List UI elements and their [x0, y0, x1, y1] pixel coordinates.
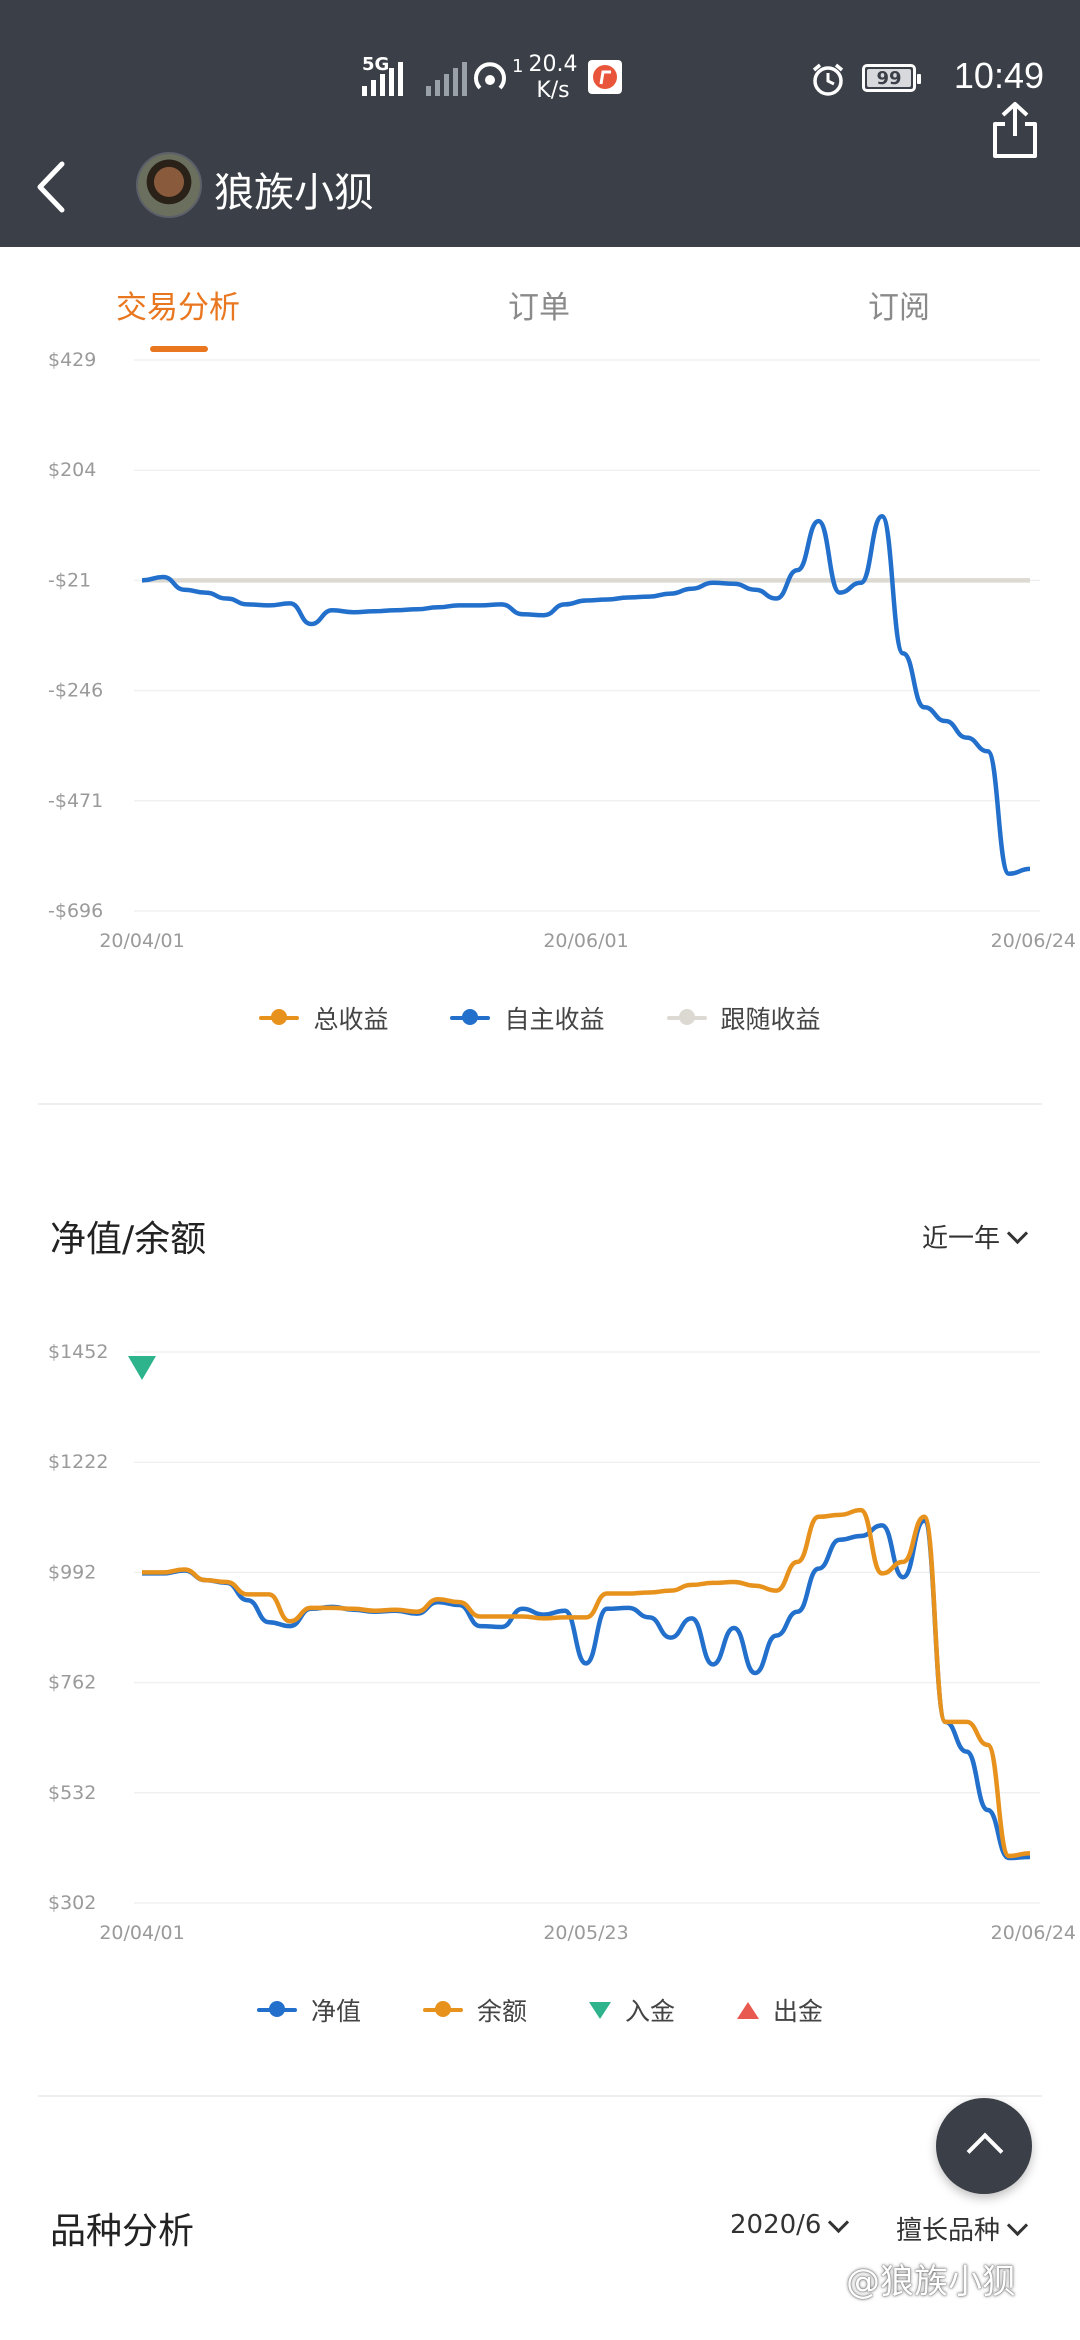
legend-label: 净值: [310, 1997, 361, 2026]
series-line-0: [142, 1518, 1031, 1861]
time-range-dropdown[interactable]: 近一年: [922, 1218, 1029, 1255]
legend-label: 跟随收益: [720, 1005, 821, 1034]
legend-item[interactable]: 入金: [589, 1992, 675, 2028]
deposit-marker[interactable]: [128, 1356, 156, 1380]
alarm-icon: [812, 63, 844, 96]
y-tick-label: $429: [48, 349, 96, 371]
symbol-analysis-title: 品种分析: [50, 2211, 195, 2252]
legend-item[interactable]: 余额: [422, 1992, 527, 2028]
triangle-down-icon: [589, 2001, 611, 2019]
y-tick-label: -$246: [48, 680, 103, 702]
avatar[interactable]: [136, 152, 202, 218]
net-balance-legend: 净值 余额 入金 出金: [0, 1992, 1080, 2028]
profit-chart[interactable]: $429 $204 -$21 -$246 -$471 -$696 20/04/01 20/06…: [0, 340, 1080, 970]
legend-label: 余额: [476, 1997, 527, 2026]
hotspot-icon: [474, 62, 506, 90]
app-header: 5G 1 20.4 K/s 99 10:49 狼族小狈: [0, 0, 1080, 247]
clock: 10:49: [953, 55, 1044, 96]
tab-trade-analysis[interactable]: 交易分析: [116, 282, 240, 327]
legend-swatch: [450, 1009, 491, 1025]
legend-label: 出金: [773, 1997, 824, 2026]
x-tick-label: 20/05/23: [543, 1922, 628, 1944]
chevron-down-icon: [1006, 1222, 1029, 1245]
network-speed: 20.4 K/s: [528, 52, 578, 104]
tab-subscriptions[interactable]: 订阅: [868, 282, 930, 327]
time-range-value: 近一年: [922, 1224, 1001, 1254]
y-tick-label: -$471: [48, 790, 103, 812]
series-line-1: [141, 513, 1031, 877]
legend-swatch: [259, 1009, 300, 1025]
y-tick-label: $1222: [48, 1451, 108, 1473]
signal-strength-icon: [362, 60, 403, 96]
month-dropdown[interactable]: 2020/6: [730, 2210, 850, 2240]
app-notification-icon: [588, 60, 622, 94]
tab-orders[interactable]: 订单: [508, 282, 570, 327]
legend-label: 总收益: [313, 1005, 389, 1034]
legend-label: 自主收益: [504, 1005, 605, 1034]
chevron-down-icon: [1006, 2214, 1029, 2237]
y-tick-label: $302: [48, 1892, 96, 1914]
y-tick-label: $532: [48, 1782, 96, 1804]
month-value: 2020/6: [730, 2210, 822, 2240]
x-tick-label: 20/06/24: [991, 930, 1076, 952]
legend-swatch: [666, 1009, 707, 1025]
net-balance-chart[interactable]: $1452 $1222 $992 $762 $532 $302 20/04/01 20/05/…: [0, 1330, 1080, 1960]
legend-label: 入金: [625, 1997, 676, 2026]
symbol-filter-dropdown[interactable]: 擅长品种: [896, 2210, 1029, 2247]
net-balance-title: 净值/余额: [50, 1219, 207, 1260]
section-divider: [38, 2095, 1042, 2097]
scroll-to-top-button[interactable]: [936, 2098, 1032, 2194]
signal-strength-2-icon: [426, 60, 467, 96]
legend-item[interactable]: 净值: [256, 1992, 361, 2028]
y-tick-label: -$21: [48, 569, 91, 591]
y-tick-label: $204: [48, 459, 96, 481]
symbol-filter-value: 擅长品种: [896, 2216, 1001, 2246]
battery-icon: 99: [862, 64, 921, 92]
status-bar: 5G 1 20.4 K/s 99 10:49: [0, 0, 1080, 140]
y-tick-label: $992: [48, 1561, 96, 1583]
network-speed-unit: K/s: [536, 78, 570, 103]
legend-swatch: [256, 2001, 297, 2017]
y-tick-label: $1452: [48, 1341, 108, 1363]
legend-item[interactable]: 出金: [737, 1992, 823, 2028]
username: 狼族小狈: [214, 170, 374, 216]
hotspot-badge: 1: [512, 56, 524, 77]
legend-swatch: [422, 2001, 463, 2017]
profit-chart-legend: 总收益 自主收益 跟随收益: [0, 1000, 1080, 1036]
legend-item[interactable]: 跟随收益: [666, 1000, 821, 1036]
profit-chart-svg: $429 $204 -$21 -$246 -$471 -$696 20/04/01 20/06…: [48, 349, 1076, 952]
battery-level: 99: [876, 67, 902, 89]
legend-item[interactable]: 自主收益: [450, 1000, 605, 1036]
triangle-up-icon: [737, 2001, 760, 2019]
chevron-down-icon: [828, 2211, 850, 2233]
y-tick-label: -$696: [48, 900, 103, 922]
tab-bar: 交易分析 订单 订阅: [0, 262, 1080, 352]
share-icon[interactable]: [990, 100, 1040, 160]
x-tick-label: 20/06/24: [991, 1922, 1076, 1944]
x-tick-label: 20/04/01: [99, 1922, 184, 1944]
y-tick-label: $762: [48, 1672, 96, 1694]
section-divider: [38, 1103, 1042, 1105]
net-balance-chart-svg: $1452 $1222 $992 $762 $532 $30220/04/01 20/05/…: [48, 1341, 1076, 1944]
watermark: @狼族小狈: [846, 2262, 1016, 2302]
x-tick-label: 20/04/01: [99, 930, 184, 952]
legend-item[interactable]: 总收益: [259, 1000, 388, 1036]
back-arrow-icon[interactable]: [30, 160, 74, 214]
x-tick-label: 20/06/01: [543, 930, 628, 952]
network-speed-value: 20.4: [528, 52, 578, 77]
